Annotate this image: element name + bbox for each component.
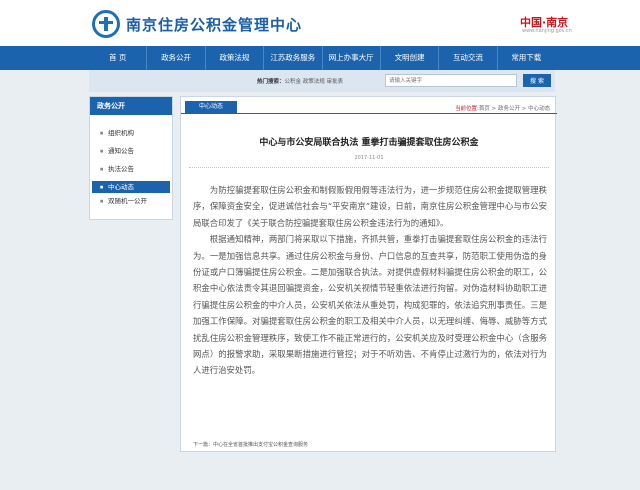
tab-center-news[interactable]: 中心动态 — [185, 101, 237, 113]
partner-url: www.nanjing.gov.cn — [522, 28, 572, 34]
sidebar-item-notices[interactable]: 通知公告 — [92, 145, 170, 157]
next-article-title[interactable]: 中心在全省首批推出支付宝公积金查询服务 — [213, 442, 308, 448]
breadcrumb-label: 当前位置: — [455, 106, 479, 112]
tab-underline — [181, 113, 557, 114]
hot-search-label: 热门搜索： — [257, 79, 285, 85]
article-paragraph: 为防控骗提套取住房公积金和制假贩假用假等违法行为，进一步规范住房公积金提取管理秩… — [193, 185, 547, 228]
nav-item-home[interactable]: 首 页 — [89, 46, 148, 70]
title-divider — [189, 167, 549, 168]
main-nav: 首 页 政务公开 政策法规 江苏政务服务 网上办事大厅 文明创建 互动交流 常用… — [0, 46, 640, 70]
article-panel: 中心动态 当前位置:首页 > 政务公开 > 中心动态 中心与市公安局联合执法 重… — [180, 96, 557, 452]
article-title: 中心与市公安局联合执法 重拳打击骗提套取住房公积金 — [259, 138, 479, 148]
nav-item-interaction[interactable]: 互动交流 — [439, 46, 498, 70]
site-title[interactable]: 南京住房公积金管理中心 — [126, 14, 302, 35]
sidebar: 政务公开 组织机构 通知公告 执法公告 中心动态 双随机一公开 — [89, 96, 173, 220]
sidebar-item-organization[interactable]: 组织机构 — [92, 127, 170, 139]
breadcrumb: 当前位置:首页 > 政务公开 > 中心动态 — [455, 104, 550, 112]
article-date: 2017-11-01 — [354, 155, 384, 161]
search-input[interactable] — [385, 74, 517, 87]
search-button[interactable]: 搜 索 — [523, 74, 551, 87]
site-header: 南京住房公积金管理中心 中国·南京 www.nanjing.gov.cn — [0, 0, 640, 46]
article-body: 为防控骗提套取住房公积金和制假贩假用假等违法行为，进一步规范住房公积金提取管理秩… — [193, 182, 547, 379]
hot-search-words[interactable]: 公积金 政策法规 审批表 — [285, 79, 344, 85]
nav-item-gov-affairs[interactable]: 政务公开 — [147, 46, 206, 70]
sidebar-item-double-random[interactable]: 双随机一公开 — [92, 195, 170, 207]
next-article-label: 下一篇： — [193, 442, 214, 448]
sidebar-item-enforcement[interactable]: 执法公告 — [92, 163, 170, 175]
breadcrumb-path[interactable]: 首页 > 政务公开 > 中心动态 — [479, 106, 550, 112]
article-paragraph: 根据通知精神，两部门将采取以下措施，齐抓共管，重拳打击骗提套取住房公积金的违法行… — [193, 234, 547, 376]
next-article-link[interactable]: 下一篇：中心在全省首批推出支付宝公积金查询服务 — [193, 441, 308, 448]
site-logo-icon[interactable] — [92, 10, 120, 38]
nav-item-downloads[interactable]: 常用下载 — [498, 46, 555, 70]
sidebar-item-center-news[interactable]: 中心动态 — [92, 181, 170, 193]
nav-item-jiangsu-service[interactable]: 江苏政务服务 — [264, 46, 323, 70]
search-bar: 热门搜索：公积金 政策法规 审批表 搜 索 — [89, 70, 555, 92]
nav-item-online-hall[interactable]: 网上办事大厅 — [323, 46, 381, 70]
sidebar-title: 政务公开 — [90, 97, 172, 115]
hot-search: 热门搜索：公积金 政策法规 审批表 — [257, 77, 343, 85]
nav-item-civilization[interactable]: 文明创建 — [381, 46, 440, 70]
nav-item-policy[interactable]: 政策法规 — [206, 46, 265, 70]
